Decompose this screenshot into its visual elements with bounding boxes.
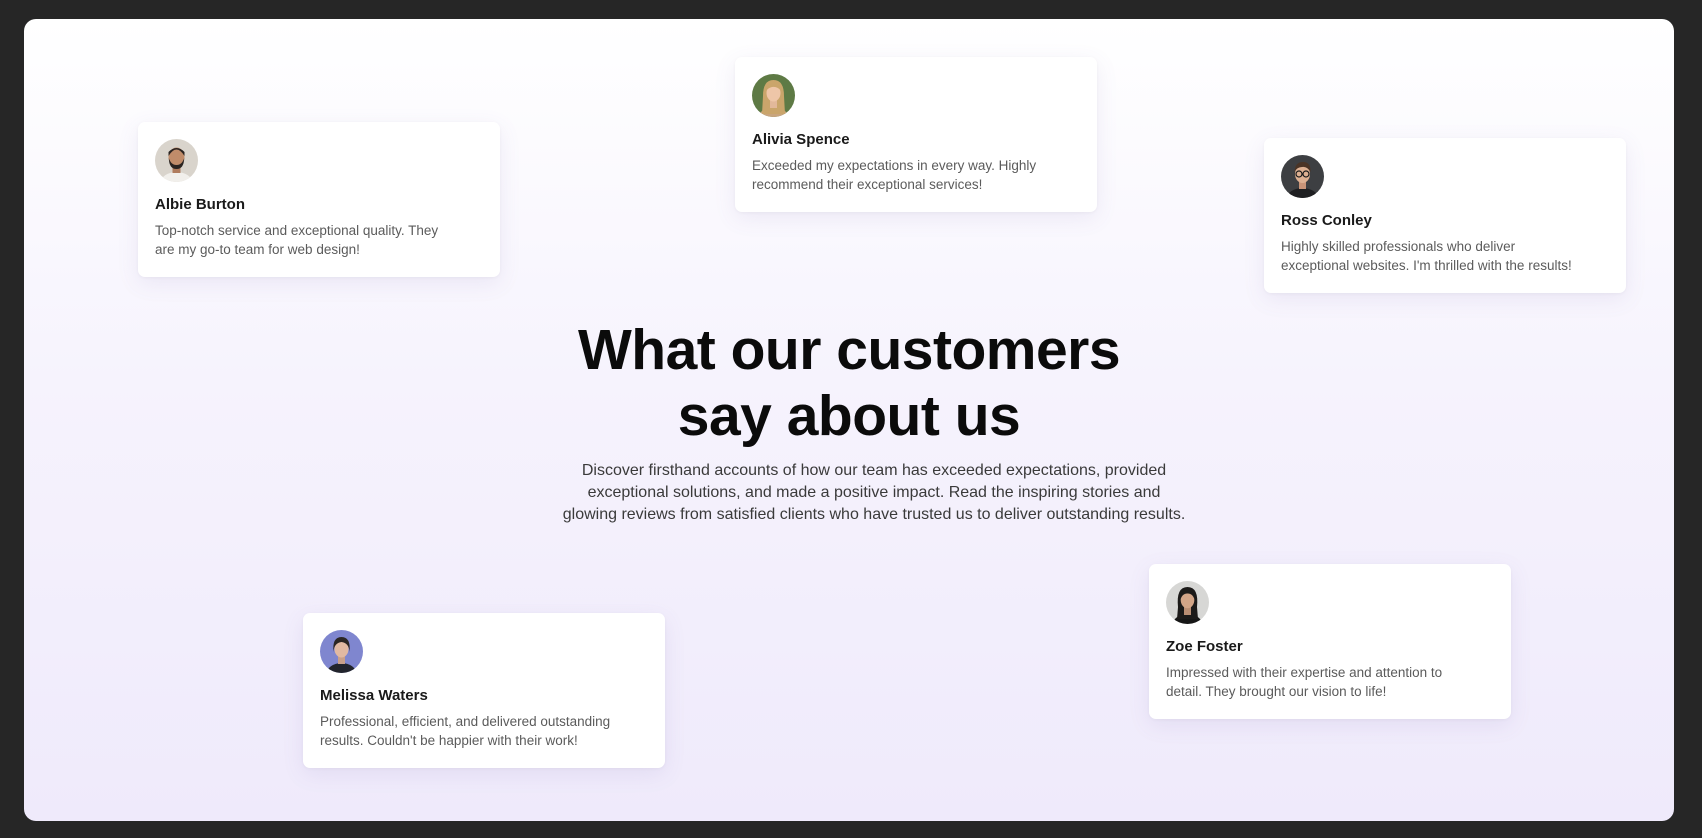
testimonial-card-melissa-waters: Melissa Waters Professional, efficient, … (303, 613, 665, 768)
man-with-beard-avatar (155, 139, 198, 182)
woman-dark-hair-avatar (1166, 581, 1209, 624)
testimonial-quote-line: Impressed with their expertise and atten… (1166, 665, 1443, 680)
section-intro: Discover firsthand accounts of how our t… (514, 460, 1234, 526)
testimonial-card-zoe-foster: Zoe Foster Impressed with their expertis… (1149, 564, 1511, 719)
blonde-woman-avatar (752, 74, 795, 117)
testimonial-quote-line: results. Couldn't be happier with their … (320, 733, 578, 748)
testimonial-quote: Professional, efficient, and delivered o… (320, 712, 648, 750)
testimonial-quote: Top-notch service and exceptional qualit… (155, 221, 483, 259)
testimonial-quote-line: Top-notch service and exceptional qualit… (155, 223, 439, 238)
testimonial-card-ross-conley: Ross Conley Highly skilled professionals… (1264, 138, 1626, 293)
testimonial-quote-line: Highly skilled professionals who deliver (1281, 239, 1516, 254)
testimonial-quote: Highly skilled professionals who deliver… (1281, 237, 1609, 275)
testimonials-section: Albie Burton Top-notch service and excep… (24, 19, 1674, 821)
testimonial-name: Zoe Foster (1166, 638, 1243, 655)
testimonial-quote-line: Exceeded my expectations in every way. H… (752, 158, 1037, 173)
section-intro-line: exceptional solutions, and made a positi… (587, 484, 1161, 501)
woman-blue-background-avatar (320, 630, 363, 673)
testimonial-quote-line: exceptional websites. I'm thrilled with … (1281, 258, 1572, 273)
section-intro-line: Discover firsthand accounts of how our t… (581, 462, 1167, 479)
testimonial-quote-line: recommend their exceptional services! (752, 177, 983, 192)
testimonial-quote-line: are my go-to team for web design! (155, 242, 360, 257)
testimonial-quote-line: Professional, efficient, and delivered o… (320, 714, 611, 729)
testimonial-name: Alivia Spence (752, 131, 850, 148)
testimonial-quote-line: detail. They brought our vision to life! (1166, 684, 1387, 699)
testimonial-name: Ross Conley (1281, 212, 1372, 229)
section-heading-line: say about us (677, 384, 1021, 448)
section-intro-line: glowing reviews from satisfied clients w… (562, 506, 1186, 523)
testimonial-card-alivia-spence: Alivia Spence Exceeded my expectations i… (735, 57, 1097, 212)
section-heading: What our customers say about us (24, 317, 1674, 449)
testimonial-name: Melissa Waters (320, 687, 428, 704)
man-with-glasses-avatar (1281, 155, 1324, 198)
testimonial-quote: Exceeded my expectations in every way. H… (752, 156, 1080, 194)
testimonial-quote: Impressed with their expertise and atten… (1166, 663, 1494, 701)
section-heading-line: What our customers (577, 318, 1121, 382)
testimonial-card-albie-burton: Albie Burton Top-notch service and excep… (138, 122, 500, 277)
testimonial-name: Albie Burton (155, 196, 245, 213)
